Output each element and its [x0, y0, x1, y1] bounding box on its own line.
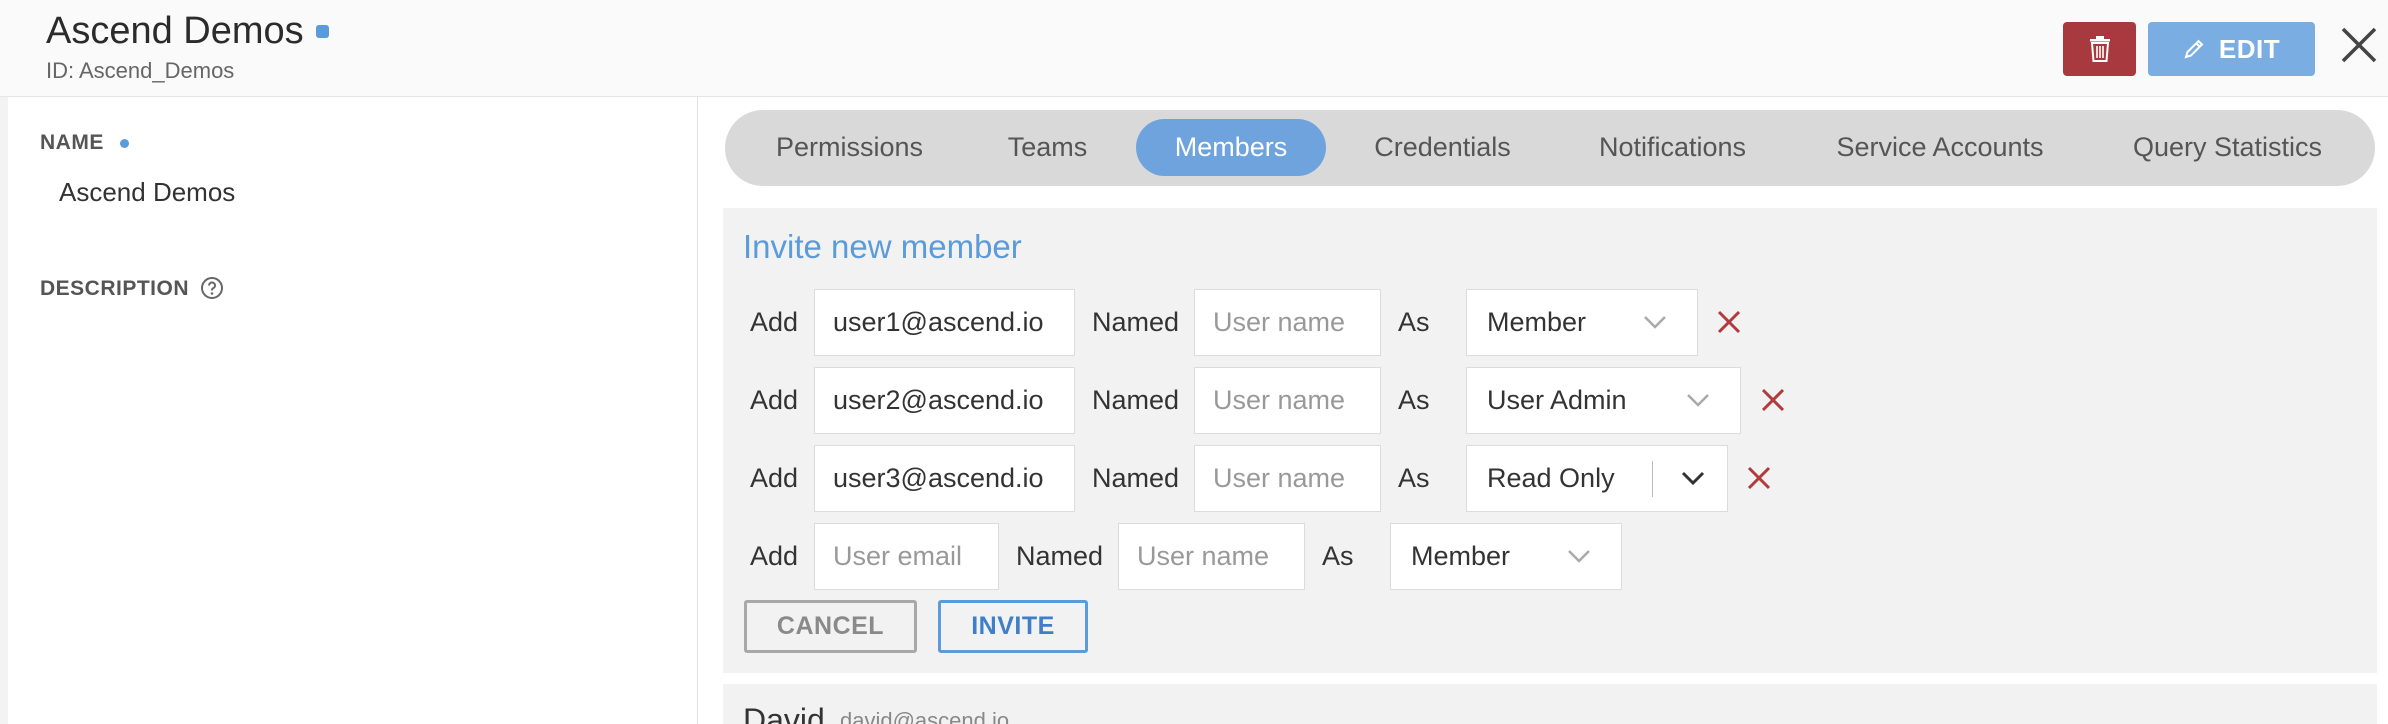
member-name: David	[743, 702, 825, 724]
remove-row-icon[interactable]	[1746, 465, 1772, 491]
chevron-down-icon	[1687, 394, 1709, 407]
tab-service-accounts[interactable]: Service Accounts	[1825, 119, 2055, 176]
user-name-field[interactable]: User name	[1194, 445, 1381, 512]
named-label: Named	[1092, 307, 1180, 337]
role-value: User Admin	[1487, 385, 1627, 415]
invite-button[interactable]: INVITE	[938, 600, 1088, 653]
email-field[interactable]: user3@ascend.io	[814, 445, 1075, 512]
role-value: Read Only	[1487, 463, 1615, 493]
page-title: Ascend Demos	[46, 10, 304, 52]
as-label: As	[1398, 385, 1430, 415]
user-name-field[interactable]: User name	[1194, 367, 1381, 434]
description-label: DESCRIPTION	[40, 277, 190, 300]
page-header: Ascend Demos ID: Ascend_Demos EDIT	[0, 0, 2388, 97]
add-label: Add	[750, 541, 799, 571]
user-name-field[interactable]: User name	[1118, 523, 1305, 590]
edit-button[interactable]: EDIT	[2148, 22, 2315, 76]
member-email: david@ascend.io	[840, 708, 1010, 724]
page-subtitle: ID: Ascend_Demos	[46, 58, 235, 83]
invite-title: Invite new member	[743, 228, 1022, 265]
name-label: NAME	[40, 131, 104, 154]
tab-query-statistics[interactable]: Query Statistics	[2120, 119, 2335, 176]
select-separator	[1652, 461, 1653, 497]
required-dot	[120, 139, 129, 148]
role-value: Member	[1487, 307, 1587, 337]
as-label: As	[1398, 463, 1430, 493]
edit-button-label: EDIT	[2218, 33, 2281, 64]
remove-row-icon[interactable]	[1760, 387, 1786, 413]
user-email-field[interactable]: User email	[814, 523, 999, 590]
chevron-down-icon	[1568, 550, 1590, 563]
add-label: Add	[750, 463, 799, 493]
status-dot	[316, 25, 329, 38]
cancel-button[interactable]: CANCEL	[744, 600, 917, 653]
add-label: Add	[750, 307, 799, 337]
tab-credentials[interactable]: Credentials	[1355, 119, 1530, 176]
role-select[interactable]: User Admin	[1466, 367, 1741, 434]
remove-row-icon[interactable]	[1716, 309, 1742, 335]
email-field[interactable]: user1@ascend.io	[814, 289, 1075, 356]
chevron-down-icon	[1681, 471, 1705, 486]
add-label: Add	[750, 385, 799, 415]
named-label: Named	[1092, 463, 1180, 493]
tab-members[interactable]: Members	[1136, 119, 1326, 176]
as-label: As	[1322, 541, 1354, 571]
named-label: Named	[1016, 541, 1104, 571]
question-circle-icon[interactable]	[200, 276, 224, 300]
tab-notifications[interactable]: Notifications	[1585, 119, 1760, 176]
named-label: Named	[1092, 385, 1180, 415]
role-select[interactable]: Member	[1390, 523, 1622, 590]
role-select[interactable]: Member	[1466, 289, 1698, 356]
trash-icon	[2089, 36, 2110, 62]
tab-permissions[interactable]: Permissions	[752, 119, 947, 176]
email-field[interactable]: user2@ascend.io	[814, 367, 1075, 434]
as-label: As	[1398, 307, 1430, 337]
close-icon[interactable]	[2338, 24, 2380, 66]
role-select[interactable]: Read Only	[1466, 445, 1728, 512]
panel-edge	[0, 97, 8, 724]
chevron-down-icon	[1644, 316, 1666, 329]
tab-teams[interactable]: Teams	[985, 119, 1110, 176]
user-name-field[interactable]: User name	[1194, 289, 1381, 356]
name-value: Ascend Demos	[59, 177, 236, 207]
role-value: Member	[1411, 541, 1511, 571]
pencil-icon	[2184, 39, 2204, 59]
delete-button[interactable]	[2063, 22, 2136, 76]
